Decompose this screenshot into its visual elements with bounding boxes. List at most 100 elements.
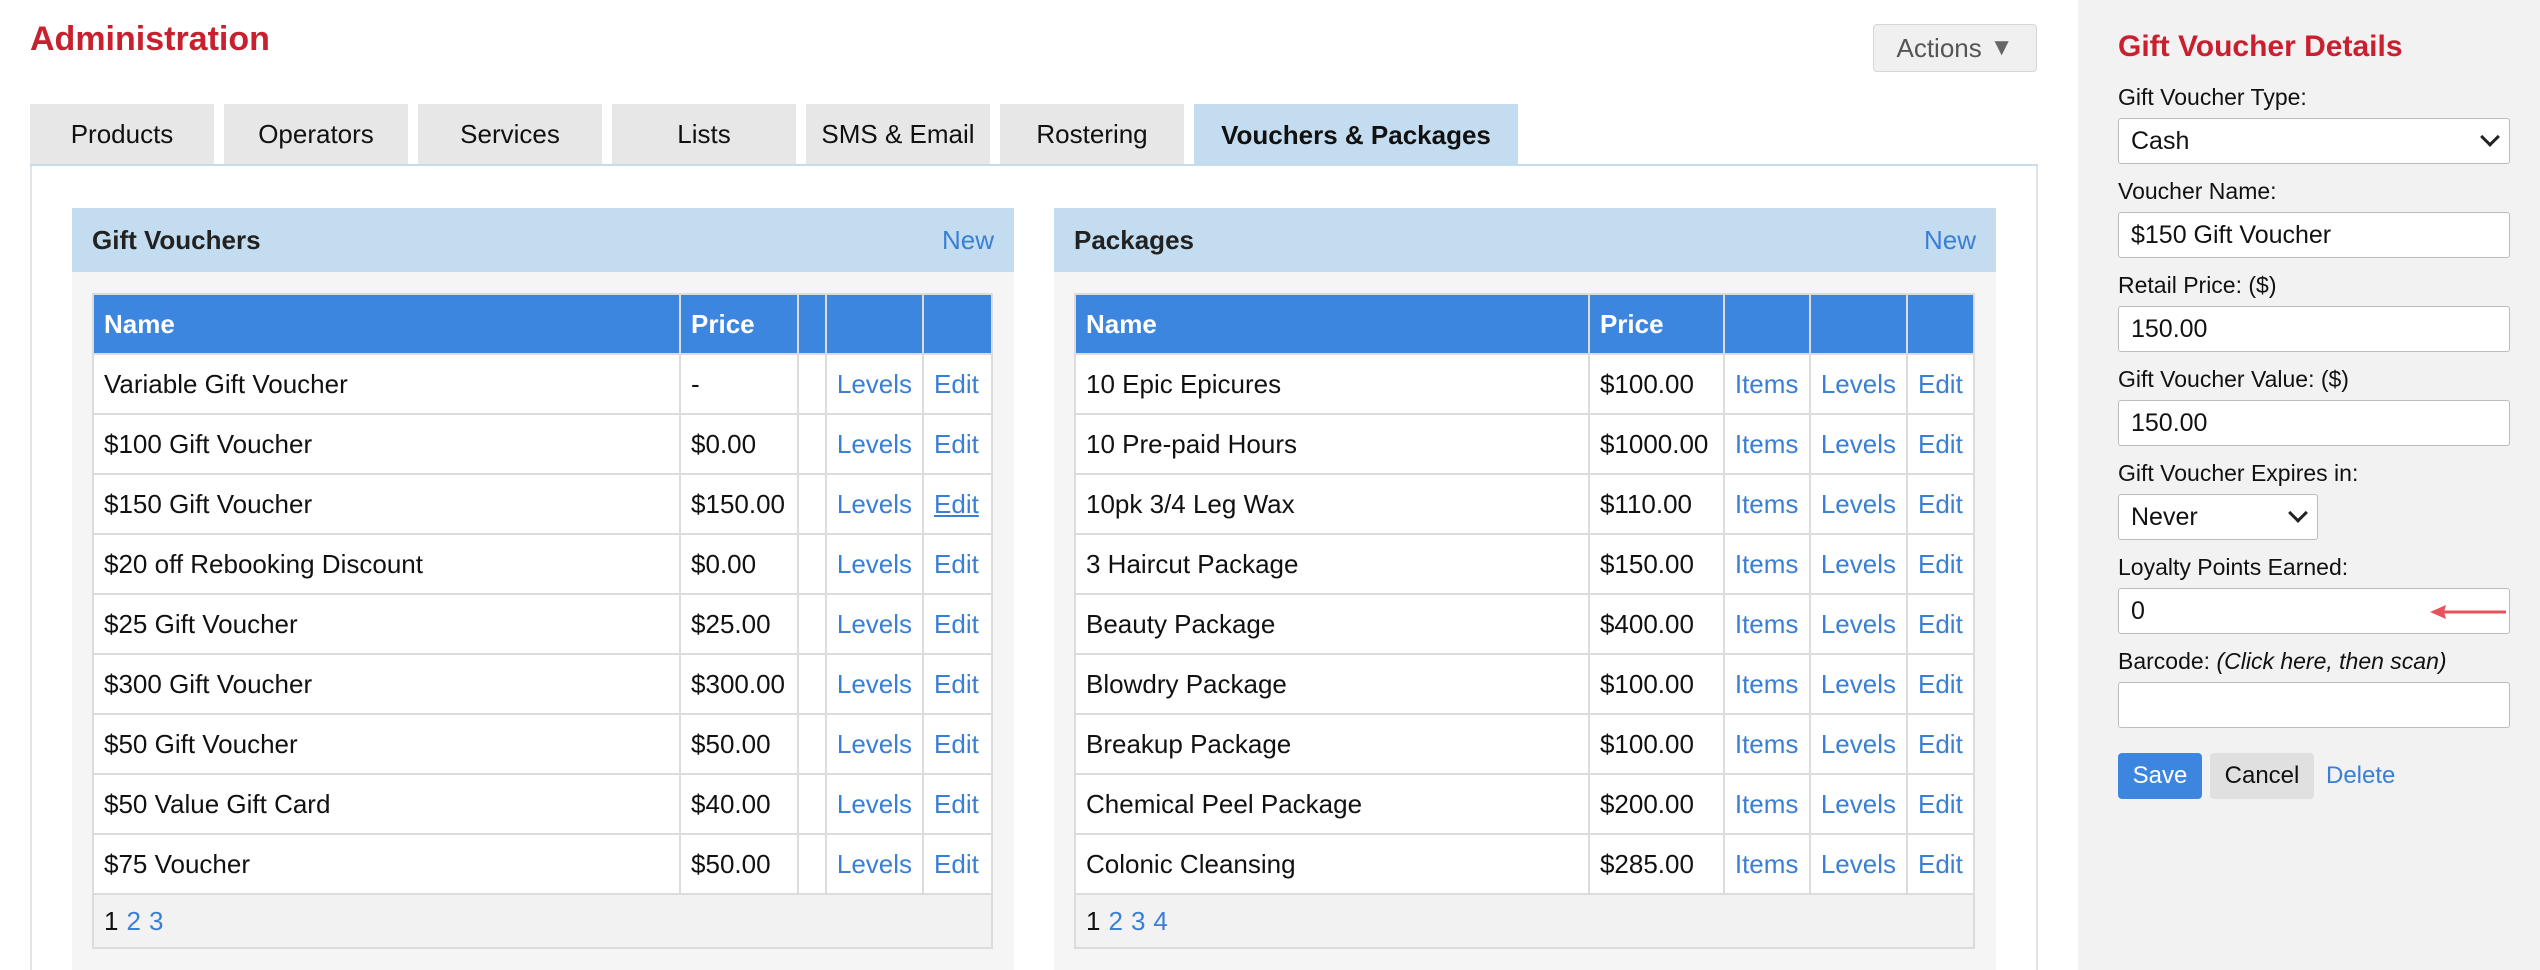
levels-link[interactable]: Levels [1808, 533, 1908, 595]
annotation-arrow-icon [2430, 605, 2506, 619]
edit-link[interactable]: Edit [922, 833, 993, 895]
column-header-price[interactable]: Price [1587, 293, 1725, 355]
edit-link[interactable]: Edit [922, 413, 993, 475]
tab-vouchers-packages[interactable]: Vouchers & Packages [1194, 104, 1518, 166]
package-price-cell: $100.00 [1587, 653, 1725, 715]
edit-link[interactable]: Edit [922, 473, 993, 535]
tab-services[interactable]: Services [418, 104, 602, 164]
edit-link[interactable]: Edit [922, 593, 993, 655]
voucher-name-cell: $150 Gift Voucher [91, 473, 682, 535]
levels-link[interactable]: Levels [824, 593, 925, 655]
edit-link[interactable]: Edit [1905, 413, 1976, 475]
voucher-name-cell: $20 off Rebooking Discount [91, 533, 682, 595]
items-link[interactable]: Items [1722, 713, 1811, 775]
voucher-price-cell: $40.00 [679, 773, 799, 835]
items-link[interactable]: Items [1722, 473, 1811, 535]
levels-link[interactable]: Levels [1808, 413, 1908, 475]
page-link-4[interactable]: 4 [1153, 906, 1167, 937]
delete-link[interactable]: Delete [2326, 753, 2395, 799]
voucher-type-select[interactable]: Cash [2118, 118, 2510, 164]
levels-link[interactable]: Levels [1808, 593, 1908, 655]
edit-link[interactable]: Edit [922, 353, 993, 415]
tab-rostering[interactable]: Rostering [1000, 104, 1184, 164]
levels-link[interactable]: Levels [1808, 353, 1908, 415]
levels-link[interactable]: Levels [824, 773, 925, 835]
voucher-name-cell: $50 Gift Voucher [91, 713, 682, 775]
gift-vouchers-body: Variable Gift Voucher - Levels Edit $100 Gif… [91, 353, 993, 895]
column-header-price[interactable]: Price [679, 293, 799, 355]
levels-link[interactable]: Levels [1808, 653, 1908, 715]
edit-link[interactable]: Edit [1905, 593, 1976, 655]
table-row: $50 Value Gift Card $40.00 Levels Edit [91, 773, 993, 835]
tab-products[interactable]: Products [30, 104, 214, 164]
edit-link[interactable]: Edit [922, 653, 993, 715]
package-price-cell: $200.00 [1587, 773, 1725, 835]
packages-title: Packages [1074, 224, 1194, 255]
items-link[interactable]: Items [1722, 353, 1811, 415]
table-row: $150 Gift Voucher $150.00 Levels Edit [91, 473, 993, 535]
table-row: 10pk 3/4 Leg Wax $110.00 Items Levels Edit [1074, 473, 1976, 535]
edit-link[interactable]: Edit [922, 533, 993, 595]
items-link[interactable]: Items [1722, 533, 1811, 595]
levels-link[interactable]: Levels [824, 473, 925, 535]
column-header-name[interactable]: Name [91, 293, 682, 355]
edit-link[interactable]: Edit [1905, 353, 1976, 415]
tab-sms-email[interactable]: SMS & Email [806, 104, 990, 164]
levels-link[interactable]: Levels [824, 653, 925, 715]
page-link-3[interactable]: 3 [149, 906, 163, 937]
levels-link[interactable]: Levels [1808, 713, 1908, 775]
barcode-hint: (Click here, then scan) [2216, 648, 2447, 674]
edit-link[interactable]: Edit [1905, 713, 1976, 775]
edit-link[interactable]: Edit [1905, 473, 1976, 535]
levels-link[interactable]: Levels [1808, 773, 1908, 835]
edit-link[interactable]: Edit [1905, 653, 1976, 715]
blank-cell [796, 593, 827, 655]
levels-link[interactable]: Levels [824, 413, 925, 475]
table-row: Breakup Package $100.00 Items Levels Edit [1074, 713, 1976, 775]
tab-lists[interactable]: Lists [612, 104, 796, 164]
items-link[interactable]: Items [1722, 653, 1811, 715]
packages-table: Name Price 10 Epic Epicures $100.00 Items L… [1074, 293, 1976, 895]
barcode-label: Barcode: (Click here, then scan) [2118, 648, 2447, 675]
voucher-value-input[interactable]: 150.00 [2118, 400, 2510, 446]
package-name-cell: Breakup Package [1074, 713, 1590, 775]
edit-link[interactable]: Edit [922, 713, 993, 775]
table-row: $25 Gift Voucher $25.00 Levels Edit [91, 593, 993, 655]
save-button[interactable]: Save [2118, 753, 2202, 799]
barcode-label-text: Barcode: [2118, 648, 2211, 674]
items-link[interactable]: Items [1722, 773, 1811, 835]
items-link[interactable]: Items [1722, 413, 1811, 475]
levels-link[interactable]: Levels [824, 533, 925, 595]
actions-button[interactable]: Actions ▼ [1873, 24, 2037, 72]
barcode-input[interactable] [2118, 682, 2510, 728]
edit-link[interactable]: Edit [1905, 773, 1976, 835]
items-link[interactable]: Items [1722, 833, 1811, 895]
levels-link[interactable]: Levels [824, 833, 925, 895]
new-gift-voucher-link[interactable]: New [942, 225, 994, 256]
page-link-2[interactable]: 2 [126, 906, 140, 937]
package-name-cell: Colonic Cleansing [1074, 833, 1590, 895]
retail-price-input[interactable]: 150.00 [2118, 306, 2510, 352]
details-title: Gift Voucher Details [2118, 30, 2403, 63]
items-link[interactable]: Items [1722, 593, 1811, 655]
column-header-name[interactable]: Name [1074, 293, 1590, 355]
edit-link[interactable]: Edit [1905, 533, 1976, 595]
levels-link[interactable]: Levels [824, 353, 925, 415]
new-package-link[interactable]: New [1924, 225, 1976, 256]
page-link-3[interactable]: 3 [1131, 906, 1145, 937]
tab-operators[interactable]: Operators [224, 104, 408, 164]
edit-link[interactable]: Edit [922, 773, 993, 835]
cancel-button[interactable]: Cancel [2210, 753, 2314, 799]
table-row: Chemical Peel Package $200.00 Items Levels E… [1074, 773, 1976, 835]
voucher-value-label: Gift Voucher Value: ($) [2118, 366, 2349, 392]
table-row: Blowdry Package $100.00 Items Levels Edit [1074, 653, 1976, 715]
voucher-name-cell: Variable Gift Voucher [91, 353, 682, 415]
gift-vouchers-pagination: 1 2 3 [92, 895, 993, 949]
page-link-2[interactable]: 2 [1108, 906, 1122, 937]
levels-link[interactable]: Levels [1808, 473, 1908, 535]
voucher-name-input[interactable]: $150 Gift Voucher [2118, 212, 2510, 258]
expires-select[interactable]: Never [2118, 494, 2318, 540]
levels-link[interactable]: Levels [1808, 833, 1908, 895]
levels-link[interactable]: Levels [824, 713, 925, 775]
edit-link[interactable]: Edit [1905, 833, 1976, 895]
